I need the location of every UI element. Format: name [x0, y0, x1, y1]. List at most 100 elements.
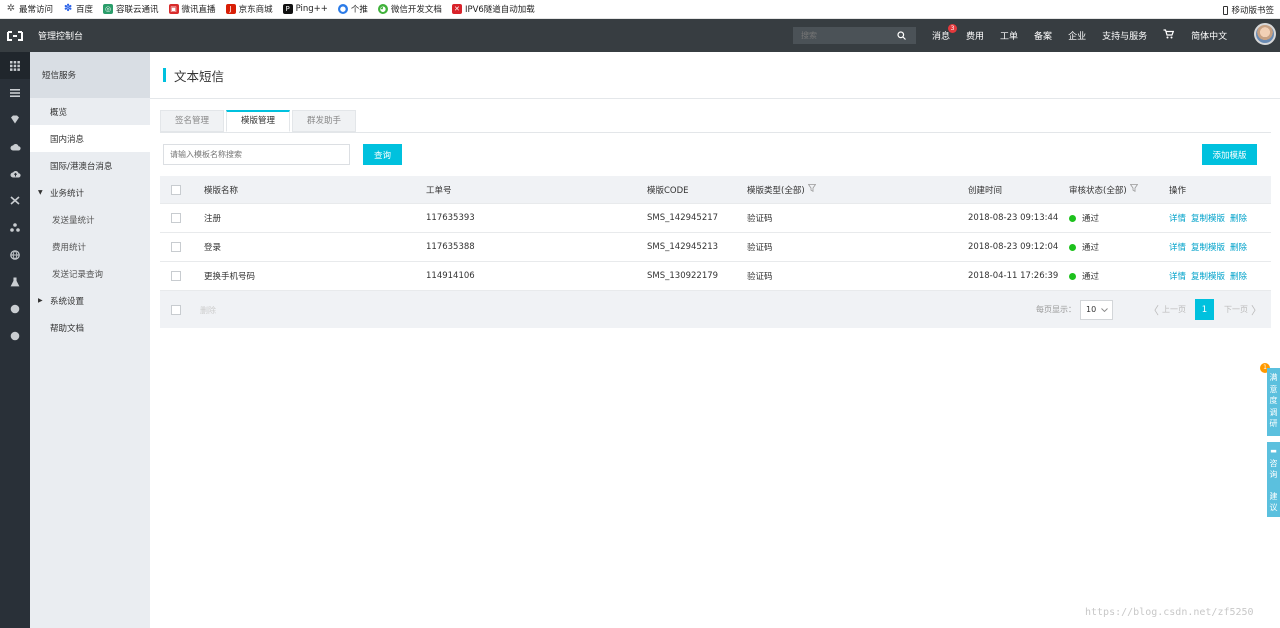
bookmark-jd[interactable]: J 京东商城 [225, 3, 273, 15]
user-avatar[interactable] [1254, 23, 1276, 45]
cell-ticket: 117635393 [426, 213, 475, 223]
cell-name: 注册 [204, 214, 222, 224]
menu-item-international[interactable]: 国际/港澳台消息 [30, 152, 150, 179]
status-dot-icon [1069, 243, 1076, 251]
circle-icon[interactable] [0, 295, 30, 322]
menu-item-send-records[interactable]: 发送记录查询 [30, 260, 150, 287]
bookmark-ipv6[interactable]: ✕ IPV6隧道自动加载 [451, 3, 535, 15]
delete-link[interactable]: 删除 [1230, 270, 1247, 282]
cell-status: 通过 [1069, 233, 1099, 261]
cell-type: 验证码 [747, 214, 773, 224]
cell-code: SMS_142945213 [647, 242, 719, 252]
row-checkbox[interactable] [171, 213, 181, 223]
detail-link[interactable]: 详情 [1169, 241, 1186, 253]
template-search-input[interactable] [163, 144, 350, 165]
header-ticket: 工单号 [426, 185, 452, 196]
consult-feedback-tab[interactable]: ▬ 咨 询 建 议 [1267, 442, 1280, 517]
query-button[interactable]: 查询 [363, 144, 402, 165]
cell-name: 登录 [204, 243, 222, 253]
add-template-button[interactable]: 添加模版 [1202, 144, 1257, 165]
menu-icon[interactable] [0, 79, 30, 106]
bookmark-pingpp[interactable]: P Ping++ [282, 4, 328, 14]
circle-icon-2[interactable] [0, 322, 30, 349]
bulk-delete-button[interactable]: 删除 [200, 305, 216, 316]
top-navbar: 管理控制台 消息3 费用 工单 备案 企业 支持与服务 简体中文 [0, 19, 1280, 52]
caret-down-icon: ▼ [38, 189, 43, 196]
table-row: 更换手机号码 114914106 SMS_130922179 验证码 2018-… [160, 262, 1271, 291]
status-dot-icon [1069, 214, 1076, 222]
nav-filing[interactable]: 备案 [1034, 29, 1052, 42]
cell-name: 更换手机号码 [204, 272, 256, 282]
table-footer: 删除 每页显示： 10 〈上一页 1 下一页〉 [160, 291, 1271, 328]
footer-select-all-checkbox[interactable] [171, 304, 181, 315]
nav-fees[interactable]: 费用 [966, 29, 984, 42]
jd-icon: J [225, 4, 236, 14]
cloud-upload-icon[interactable] [0, 160, 30, 187]
tab-signature[interactable]: 签名管理 [160, 110, 225, 132]
filter-icon[interactable] [1129, 184, 1138, 195]
detail-link[interactable]: 详情 [1169, 270, 1186, 282]
phone-icon [1223, 5, 1229, 15]
mobile-bookmarks[interactable]: 移动版书签 [1223, 4, 1274, 16]
bookmark-ronglian[interactable]: ◎ 容联云通讯 [103, 3, 159, 15]
nav-messages[interactable]: 消息 3 [932, 24, 958, 42]
bookmark-most-visited[interactable]: ✲ 最常访问 [6, 3, 53, 16]
flask-icon[interactable] [0, 268, 30, 295]
bookmark-baidu[interactable]: ✽ 百度 [63, 3, 93, 16]
per-page-label: 每页显示： [1036, 305, 1076, 314]
detail-link[interactable]: 详情 [1169, 212, 1186, 224]
next-page-button[interactable]: 下一页〉 [1224, 291, 1262, 328]
row-checkbox[interactable] [171, 271, 181, 281]
nav-language[interactable]: 简体中文 [1191, 29, 1227, 42]
prev-page-button[interactable]: 〈上一页 [1148, 291, 1186, 328]
top-nav-links: 消息 3 费用 工单 备案 企业 支持与服务 简体中文 [932, 19, 1243, 52]
cloud-icon[interactable] [0, 133, 30, 160]
menu-group-settings[interactable]: ▶ 系统设置 [30, 287, 150, 314]
menu-group-stats[interactable]: ▼ 业务统计 [30, 179, 150, 206]
title-accent-bar [163, 68, 166, 82]
grid-icon[interactable] [0, 52, 30, 79]
console-title[interactable]: 管理控制台 [38, 29, 83, 42]
menu-item-overview[interactable]: 概览 [30, 98, 150, 125]
header-status[interactable]: 审核状态(全部) [1069, 176, 1138, 203]
nav-enterprise[interactable]: 企业 [1068, 29, 1086, 42]
tab-bulk-send[interactable]: 群发助手 [292, 110, 357, 132]
menu-item-fee-stats[interactable]: 费用统计 [30, 233, 150, 260]
nav-ticket[interactable]: 工单 [1000, 29, 1018, 42]
shuffle-icon[interactable] [0, 187, 30, 214]
cell-actions: 详情 复制模版 删除 [1169, 262, 1252, 290]
select-all-checkbox[interactable] [171, 184, 181, 195]
per-page-select[interactable]: 10 [1080, 299, 1113, 320]
cell-type: 验证码 [747, 272, 773, 282]
cart-icon[interactable] [1163, 29, 1175, 42]
nav-support[interactable]: 支持与服务 [1102, 29, 1147, 42]
delete-link[interactable]: 删除 [1230, 241, 1247, 253]
search-icon[interactable] [893, 27, 910, 44]
bookmark-getui[interactable]: ● 个推 [337, 3, 368, 15]
ronglian-icon: ◎ [103, 4, 114, 14]
global-search-input[interactable] [793, 31, 893, 40]
tab-template[interactable]: 模版管理 [226, 110, 291, 132]
delete-link[interactable]: 删除 [1230, 212, 1247, 224]
row-checkbox[interactable] [171, 242, 181, 252]
copy-template-link[interactable]: 复制模版 [1191, 212, 1225, 224]
menu-item-send-stats[interactable]: 发送量统计 [30, 206, 150, 233]
chevron-down-icon [1101, 307, 1108, 312]
aliyun-logo-icon[interactable] [0, 19, 30, 52]
bookmark-wechat-docs[interactable]: ◕ 微信开发文档 [377, 3, 442, 15]
copy-template-link[interactable]: 复制模版 [1191, 270, 1225, 282]
satisfaction-survey-tab[interactable]: 满 意 度 调 研 [1267, 368, 1280, 436]
globe-icon[interactable] [0, 241, 30, 268]
sms-service-menu: 短信服务 概览 国内消息 国际/港澳台消息 ▼ 业务统计 发送量统计 费用统计 发… [30, 52, 150, 628]
nodes-icon[interactable] [0, 214, 30, 241]
current-page-button[interactable]: 1 [1195, 299, 1214, 320]
menu-item-domestic[interactable]: 国内消息 [30, 125, 150, 152]
header-type[interactable]: 模版类型(全部) [747, 176, 816, 203]
copy-template-link[interactable]: 复制模版 [1191, 241, 1225, 253]
page-header: 文本短信 [150, 52, 1280, 99]
menu-item-help[interactable]: 帮助文档 [30, 314, 150, 341]
bookmark-weixun[interactable]: ▣ 微讯直播 [168, 3, 216, 15]
filter-icon[interactable] [807, 184, 816, 195]
global-search [793, 27, 916, 44]
diamond-icon[interactable] [0, 106, 30, 133]
